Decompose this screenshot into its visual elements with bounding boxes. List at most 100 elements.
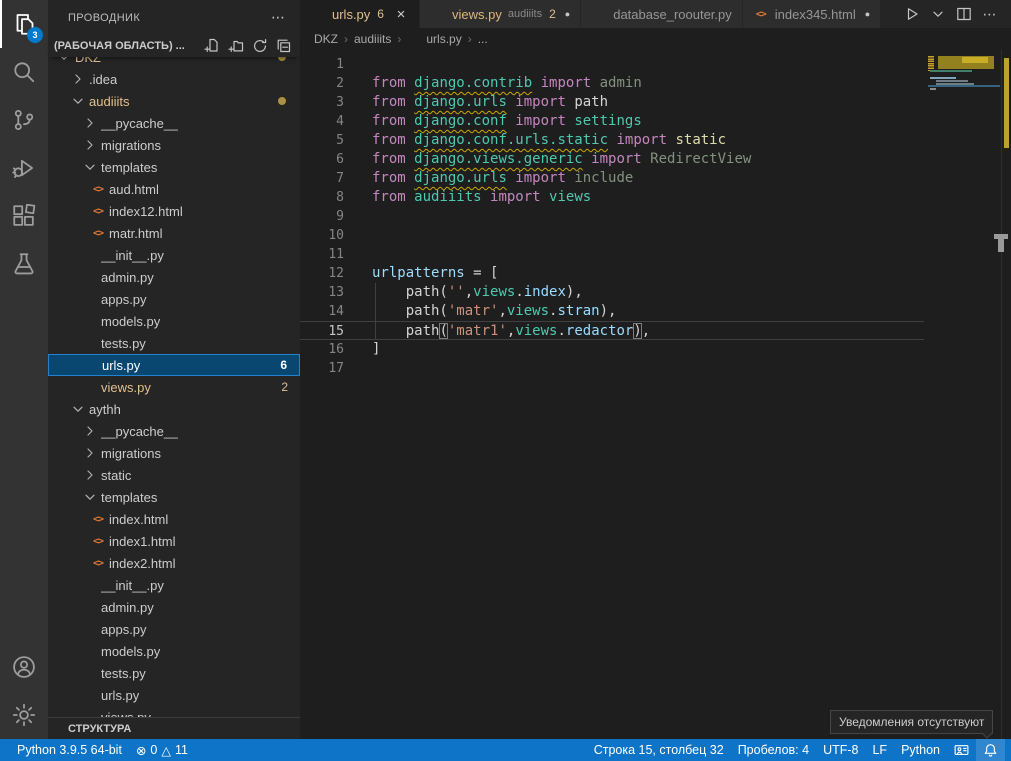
code-line-8[interactable]: 8from audiiits import views <box>300 188 928 207</box>
code-line-15[interactable]: 15 path('matr1',views.redactor), <box>300 321 924 340</box>
tree-item-index.html[interactable]: <>index.html <box>48 508 300 530</box>
explorer-more-icon[interactable]: ⋯ <box>271 9 286 26</box>
code-line-6[interactable]: 6from django.views.generic import Redire… <box>300 150 928 169</box>
split-editor-button[interactable] <box>953 3 975 25</box>
status-feedback[interactable] <box>947 739 976 761</box>
code-line-9[interactable]: 9 <box>300 207 928 226</box>
html-file-icon: <> <box>93 206 103 217</box>
status-encoding[interactable]: UTF-8 <box>816 739 865 761</box>
tree-item-aud.html[interactable]: <>aud.html <box>48 178 300 200</box>
tree-item-templates[interactable]: templates <box>48 156 300 178</box>
code-line-4[interactable]: 4from django.conf import settings <box>300 112 928 131</box>
activity-run-debug[interactable] <box>0 144 48 192</box>
activity-explorer[interactable]: 3 <box>0 0 48 48</box>
overview-ruler[interactable] <box>1001 50 1011 739</box>
python-file-icon <box>82 643 98 659</box>
collapse-all-icon[interactable] <box>276 38 292 54</box>
tree-item-migrations[interactable]: migrations <box>48 442 300 464</box>
new-folder-icon[interactable] <box>228 38 244 54</box>
tree-item-apps.py[interactable]: apps.py <box>48 618 300 640</box>
tree-item-models.py[interactable]: models.py <box>48 640 300 662</box>
status-notifications[interactable] <box>976 739 1005 761</box>
tree-item-views.py[interactable]: views.py <box>48 706 300 717</box>
code-line-12[interactable]: 12urlpatterns = [ <box>300 264 928 283</box>
tree-item-DKZ[interactable]: DKZ <box>48 57 300 68</box>
python-file-icon <box>82 313 98 329</box>
close-icon[interactable]: × <box>393 6 409 23</box>
run-dropdown-button[interactable] <box>927 3 949 25</box>
activity-accounts[interactable] <box>0 643 48 691</box>
tree-item-apps.py[interactable]: apps.py <box>48 288 300 310</box>
status-python-version[interactable]: Python 3.9.5 64-bit <box>10 739 129 761</box>
tree-item-__pycache__[interactable]: __pycache__ <box>48 420 300 442</box>
tree-item-__pycache__[interactable]: __pycache__ <box>48 112 300 134</box>
tab-views.py[interactable]: views.pyaudiiits2● <box>420 0 581 28</box>
line-text: from django.urls import path <box>372 93 608 112</box>
activity-search[interactable] <box>0 48 48 96</box>
tree-item-aythh[interactable]: aythh <box>48 398 300 420</box>
tree-item-index12.html[interactable]: <>index12.html <box>48 200 300 222</box>
code-line-16[interactable]: 16] <box>300 340 928 359</box>
code-area[interactable]: 12from django.contrib import admin3from … <box>300 50 928 739</box>
tree-item-models.py[interactable]: models.py <box>48 310 300 332</box>
tree-item-__init__.py[interactable]: __init__.py <box>48 574 300 596</box>
activity-extensions[interactable] <box>0 192 48 240</box>
tree-item-admin.py[interactable]: admin.py <box>48 596 300 618</box>
tree-item-tests.py[interactable]: tests.py <box>48 332 300 354</box>
tree-item-.idea[interactable]: .idea <box>48 68 300 90</box>
python-file-icon <box>82 379 98 395</box>
tree-item-urls.py[interactable]: urls.py6 <box>48 354 300 376</box>
tree-item-tests.py[interactable]: tests.py <box>48 662 300 684</box>
status-indentation[interactable]: Пробелов: 4 <box>731 739 816 761</box>
breadcrumb-item-DKZ[interactable]: DKZ <box>314 32 338 46</box>
refresh-icon[interactable] <box>252 38 268 54</box>
tree-item-templates[interactable]: templates <box>48 486 300 508</box>
status-cursor-position[interactable]: Строка 15, столбец 32 <box>587 739 731 761</box>
tree-item-index2.html[interactable]: <>index2.html <box>48 552 300 574</box>
code-line-5[interactable]: 5from django.conf.urls.static import sta… <box>300 131 928 150</box>
tree-item-index1.html[interactable]: <>index1.html <box>48 530 300 552</box>
more-actions-button[interactable]: ⋯ <box>979 3 1001 25</box>
activity-settings[interactable] <box>0 691 48 739</box>
dirty-dot-icon[interactable]: ● <box>865 9 870 19</box>
editor-body[interactable]: 12from django.contrib import admin3from … <box>300 50 1011 739</box>
line-text: from audiiits import views <box>372 188 591 207</box>
tree-item-migrations[interactable]: migrations <box>48 134 300 156</box>
tab-urls.py[interactable]: urls.py6× <box>300 0 420 28</box>
code-line-13[interactable]: 13 path('',views.index), <box>300 283 928 302</box>
code-line-10[interactable]: 10 <box>300 226 928 245</box>
activity-testing[interactable] <box>0 240 48 288</box>
outline-section-header[interactable]: СТРУКТУРА <box>48 717 300 739</box>
dirty-dot-icon[interactable]: ● <box>565 9 570 19</box>
status-language-mode[interactable]: Python <box>894 739 947 761</box>
code-line-2[interactable]: 2from django.contrib import admin <box>300 74 928 93</box>
tree-item-__init__.py[interactable]: __init__.py <box>48 244 300 266</box>
code-line-1[interactable]: 1 <box>300 55 928 74</box>
breadcrumb-item-...[interactable]: ... <box>478 32 488 46</box>
tab-index345.html[interactable]: <>index345.html● <box>743 0 881 28</box>
code-line-14[interactable]: 14 path('matr',views.stran), <box>300 302 928 321</box>
tree-item-static[interactable]: static <box>48 464 300 486</box>
breadcrumb-item-urls.py[interactable]: urls.py <box>407 32 461 47</box>
tree-item-audiiits[interactable]: audiiits <box>48 90 300 112</box>
code-line-7[interactable]: 7from django.urls import include <box>300 169 928 188</box>
code-line-11[interactable]: 11 <box>300 245 928 264</box>
code-line-3[interactable]: 3from django.urls import path <box>300 93 928 112</box>
minimap[interactable] <box>928 50 1000 739</box>
python-file-icon <box>82 599 98 615</box>
activity-source-control[interactable] <box>0 96 48 144</box>
code-line-17[interactable]: 17 <box>300 359 928 378</box>
activity-bar: 3 <box>0 0 48 739</box>
breadcrumb-item-audiiits[interactable]: audiiits <box>354 32 391 46</box>
tree-item-urls.py[interactable]: urls.py <box>48 684 300 706</box>
new-file-icon[interactable] <box>204 38 220 54</box>
tab-database_roouter.py[interactable]: database_roouter.py <box>581 0 743 28</box>
tree-item-views.py[interactable]: views.py2 <box>48 376 300 398</box>
run-button[interactable] <box>901 3 923 25</box>
chevron-right-icon <box>82 467 98 483</box>
tree-item-admin.py[interactable]: admin.py <box>48 266 300 288</box>
status-eol[interactable]: LF <box>865 739 894 761</box>
status-problems[interactable]: ⊗0△11 <box>129 739 195 761</box>
workspace-section-header[interactable]: (РАБОЧАЯ ОБЛАСТЬ) ... <box>48 35 300 57</box>
tree-item-matr.html[interactable]: <>matr.html <box>48 222 300 244</box>
